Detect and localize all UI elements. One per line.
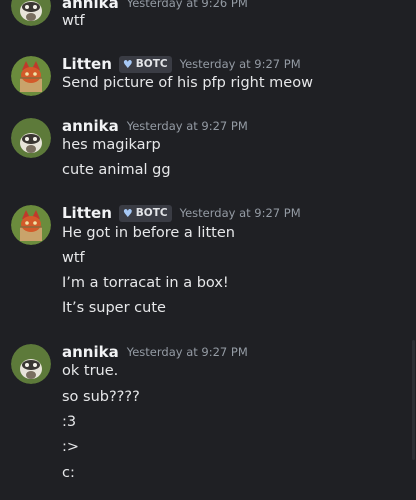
annika-avatar[interactable] [11,0,51,26]
timestamp[interactable]: Yesterday at 9:26 PM [127,0,248,10]
username[interactable]: Litten [62,204,112,222]
chat-message-list: annika Yesterday at 9:26 PM wtf Litten ♥… [0,0,416,500]
username[interactable]: annika [62,117,119,135]
heart-icon: ♥ [122,57,133,71]
bot-tag-badge[interactable]: ♥ BOTC [118,55,172,73]
message-text: cute animal gg [62,162,171,178]
timestamp[interactable]: Yesterday at 9:27 PM [127,345,248,359]
heart-icon: ♥ [122,206,133,220]
message-text: I’m a torracat in a box! [62,275,229,291]
annika-avatar[interactable] [11,344,51,384]
message-header: Litten ♥ BOTC Yesterday at 9:27 PM [62,54,301,74]
message-text: wtf [62,250,85,266]
message-header: annika Yesterday at 9:27 PM [62,342,248,362]
message-text: It’s super cute [62,300,166,316]
message-text: :3 [62,414,77,430]
cat-avatar-icon [11,205,51,245]
message-text: hes magikarp [62,137,161,153]
annika-avatar[interactable] [11,118,51,158]
username[interactable]: annika [62,343,119,361]
scrollbar[interactable] [412,340,415,460]
message-header: annika Yesterday at 9:26 PM [62,0,248,13]
username[interactable]: annika [62,0,119,12]
bot-tag-badge[interactable]: ♥ BOTC [118,204,172,222]
message-text: ok true. [62,363,119,379]
message-header: annika Yesterday at 9:27 PM [62,116,248,136]
message-text: :> [62,439,80,455]
litten-avatar[interactable] [11,56,51,96]
message-text: He got in before a litten [62,225,235,241]
raccoon-avatar-icon [11,344,51,384]
message-text: wtf [62,13,85,29]
message-text: so sub???? [62,389,140,405]
litten-avatar[interactable] [11,205,51,245]
message-text: Send picture of his pfp right meow [62,75,313,91]
message-header: Litten ♥ BOTC Yesterday at 9:27 PM [62,203,301,223]
badge-label: BOTC [135,58,168,70]
timestamp[interactable]: Yesterday at 9:27 PM [180,206,301,220]
raccoon-avatar-icon [11,118,51,158]
timestamp[interactable]: Yesterday at 9:27 PM [180,57,301,71]
timestamp[interactable]: Yesterday at 9:27 PM [127,119,248,133]
username[interactable]: Litten [62,55,112,73]
cat-avatar-icon [11,56,51,96]
badge-label: BOTC [135,207,168,219]
raccoon-avatar-icon [11,0,51,26]
message-text: c: [62,465,75,481]
